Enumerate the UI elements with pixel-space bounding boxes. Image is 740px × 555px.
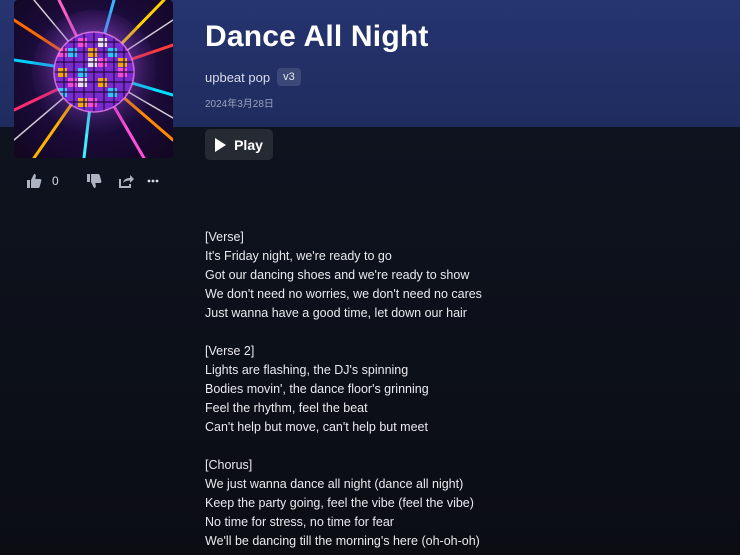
version-badge: v3 — [277, 68, 301, 86]
lyrics-section-label: [Verse] — [205, 230, 244, 244]
style-tags[interactable]: upbeat pop — [205, 70, 270, 85]
lyrics-line: Just wanna have a good time, let down ou… — [205, 306, 467, 320]
share-icon — [119, 175, 134, 188]
lyrics: [Verse] It's Friday night, we're ready t… — [205, 228, 725, 551]
share-button[interactable] — [118, 172, 134, 190]
play-icon — [215, 137, 227, 152]
lyrics-line: Feel the rhythm, feel the beat — [205, 401, 368, 415]
creation-date: 2024年3月28日 — [205, 99, 274, 110]
lyrics-section-label: [Verse 2] — [205, 344, 255, 358]
lyrics-line: Can't help but move, can't help but meet — [205, 420, 428, 434]
thumbs-up-icon — [27, 174, 42, 188]
song-title: Dance All Night — [205, 20, 429, 53]
play-button[interactable]: Play — [205, 129, 273, 160]
dislike-button[interactable] — [86, 172, 102, 190]
song-meta: upbeat pop v3 — [205, 68, 301, 86]
disco-ball-icon — [14, 0, 173, 158]
lyrics-line: Bodies movin', the dance floor's grinnin… — [205, 382, 429, 396]
play-button-label: Play — [234, 136, 263, 153]
stanza-gap — [205, 323, 725, 342]
lyrics-line: Lights are flashing, the DJ's spinning — [205, 363, 409, 377]
lyrics-line: We'll be dancing till the morning's here… — [205, 534, 480, 548]
thumbs-down-icon — [87, 174, 102, 188]
stanza-gap — [205, 437, 725, 456]
lyrics-line: We just wanna dance all night (dance all… — [205, 477, 464, 491]
more-icon — [147, 179, 159, 183]
like-button[interactable]: 0 — [26, 172, 59, 190]
lyrics-line: No time for stress, no time for fear — [205, 515, 394, 529]
lyrics-section-label: [Chorus] — [205, 458, 253, 472]
lyrics-line: Keep the party going, feel the vibe (fee… — [205, 496, 474, 510]
more-button[interactable] — [147, 172, 159, 190]
cover-art[interactable] — [14, 0, 173, 158]
lyrics-line: It's Friday night, we're ready to go — [205, 249, 392, 263]
lyrics-line: Got our dancing shoes and we're ready to… — [205, 268, 470, 282]
lyrics-line: We don't need no worries, we don't need … — [205, 287, 482, 301]
like-count: 0 — [52, 174, 59, 188]
song-actions: 0 — [26, 172, 176, 190]
